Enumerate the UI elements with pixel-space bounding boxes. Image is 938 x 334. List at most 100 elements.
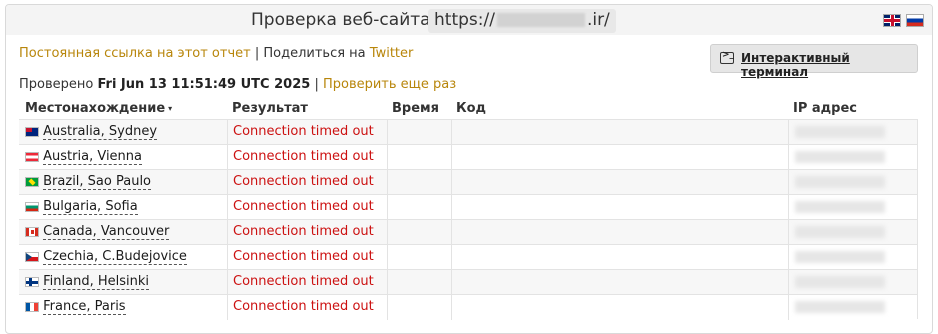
code-cell (451, 120, 788, 145)
checked-url: https:// .ir/ (428, 9, 616, 33)
result-text: Connection timed out (233, 174, 374, 189)
column-header-code: Код (456, 101, 487, 116)
table-border (917, 270, 918, 294)
redacted-ip (795, 176, 885, 188)
code-cell (451, 145, 788, 170)
table-border (917, 245, 918, 269)
redacted-ip (795, 301, 885, 313)
location-header-label: Местонахождение (25, 101, 166, 116)
sort-down-icon[interactable]: ▾ (168, 104, 172, 113)
time-cell (387, 170, 451, 195)
result-text: Connection timed out (233, 224, 374, 239)
br-flag-icon (25, 176, 39, 187)
time-cell (387, 145, 451, 170)
table-border (917, 295, 918, 319)
russian-flag-icon[interactable] (906, 14, 924, 27)
check-website-panel: Проверка веб-сайта https:// .ir/ Постоянн… (5, 4, 933, 334)
location-cell: France, Paris (25, 295, 126, 320)
table-row: France, Paris Connection timed out (19, 294, 918, 320)
table-border (917, 170, 918, 194)
ca-flag-icon (25, 226, 39, 237)
location-link[interactable]: Canada, Vancouver (43, 224, 170, 240)
panel-header: Проверка веб-сайта https:// .ir/ (6, 5, 932, 35)
fi-flag-icon (25, 276, 39, 287)
code-cell (451, 220, 788, 245)
result-text: Connection timed out (233, 299, 374, 314)
url-prefix: https:// (434, 10, 495, 30)
permalink-link[interactable]: Постоянная ссылка на этот отчет (19, 46, 251, 61)
code-cell (451, 195, 788, 220)
location-link[interactable]: France, Paris (43, 299, 126, 315)
url-suffix: .ir/ (586, 10, 610, 30)
ip-cell (788, 195, 918, 220)
location-cell: Australia, Sydney (25, 120, 158, 145)
result-text: Connection timed out (233, 274, 374, 289)
at-flag-icon (25, 151, 39, 162)
ip-cell (788, 270, 918, 295)
links-separator: | (254, 46, 260, 61)
table-row: Bulgaria, Sofia Connection timed out (19, 194, 918, 220)
column-header-time: Время (392, 101, 440, 116)
redacted-ip (795, 251, 885, 263)
table-row: Canada, Vancouver Connection timed out (19, 219, 918, 245)
location-cell: Finland, Helsinki (25, 270, 150, 295)
location-link[interactable]: Australia, Sydney (43, 124, 158, 140)
table-border (917, 120, 918, 144)
location-link[interactable]: Austria, Vienna (43, 149, 142, 165)
recheck-link[interactable]: Проверить еще раз (323, 77, 456, 92)
time-cell (387, 245, 451, 270)
terminal-icon (720, 50, 734, 64)
code-cell (451, 295, 788, 320)
location-cell: Canada, Vancouver (25, 220, 170, 245)
redacted-ip (795, 226, 885, 238)
result-cell: Connection timed out (227, 195, 387, 220)
table-row: Czechia, C.Budejovice Connection timed ou… (19, 244, 918, 270)
table-row: Australia, Sydney Connection timed out (19, 119, 918, 145)
ip-cell (788, 170, 918, 195)
ip-cell (788, 295, 918, 320)
redacted-ip (795, 126, 885, 138)
table-header: Местонахождение ▾ Результат Время Код IP … (19, 99, 918, 119)
table-border (917, 195, 918, 219)
code-cell (451, 270, 788, 295)
result-text: Connection timed out (233, 249, 374, 264)
location-link[interactable]: Czechia, C.Budejovice (43, 249, 187, 265)
time-cell (387, 120, 451, 145)
result-text: Connection timed out (233, 149, 374, 164)
page-title: Проверка веб-сайта (251, 10, 431, 30)
results-table: Australia, Sydney Connection timed out Au… (19, 119, 918, 320)
result-cell: Connection timed out (227, 245, 387, 270)
location-cell: Brazil, Sao Paulo (25, 170, 152, 195)
redacted-ip (795, 151, 885, 163)
english-flag-icon[interactable] (883, 14, 901, 27)
location-link[interactable]: Finland, Helsinki (43, 274, 150, 290)
location-cell: Bulgaria, Sofia (25, 195, 138, 220)
result-cell: Connection timed out (227, 120, 387, 145)
interactive-terminal-button[interactable]: Интерактивный терминал (710, 44, 918, 79)
location-cell: Czechia, C.Budejovice (25, 245, 187, 270)
twitter-link[interactable]: Twitter (370, 46, 414, 61)
time-cell (387, 195, 451, 220)
column-header-location[interactable]: Местонахождение ▾ (25, 101, 172, 116)
ip-cell (788, 120, 918, 145)
redacted-ip (795, 276, 885, 288)
cz-flag-icon (25, 251, 39, 262)
time-cell (387, 220, 451, 245)
result-cell: Connection timed out (227, 145, 387, 170)
column-header-result: Результат (232, 101, 308, 116)
code-cell (451, 170, 788, 195)
result-text: Connection timed out (233, 124, 374, 139)
terminal-button-label: Интерактивный терминал (741, 51, 850, 79)
result-cell: Connection timed out (227, 170, 387, 195)
location-link[interactable]: Bulgaria, Sofia (43, 199, 138, 215)
share-text: Поделиться на (263, 46, 366, 61)
table-row: Finland, Helsinki Connection timed out (19, 269, 918, 295)
code-cell (451, 245, 788, 270)
time-cell (387, 270, 451, 295)
au-flag-icon (25, 126, 39, 137)
report-links: Постоянная ссылка на этот отчет | Подели… (19, 46, 413, 61)
result-cell: Connection timed out (227, 295, 387, 320)
ip-cell (788, 220, 918, 245)
location-link[interactable]: Brazil, Sao Paulo (43, 174, 152, 190)
redacted-ip (795, 201, 885, 213)
